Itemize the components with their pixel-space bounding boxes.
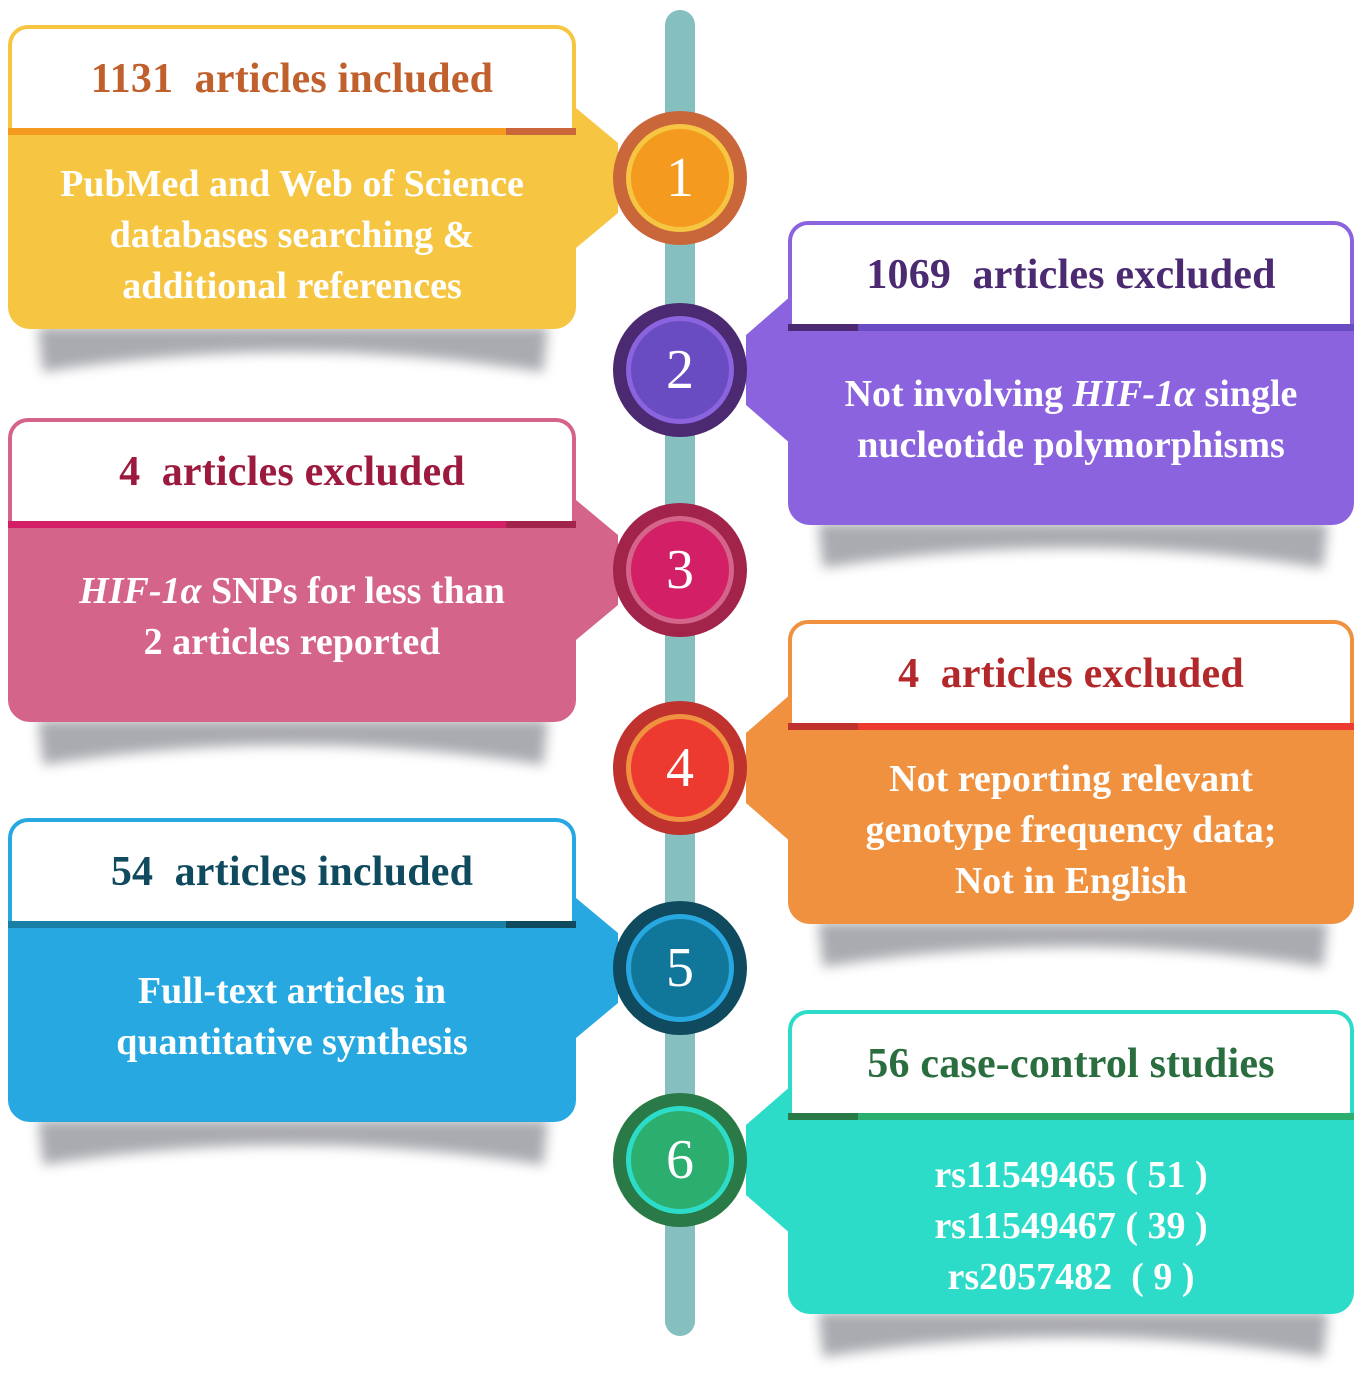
step-1-card: 1131 articles included PubMed and Web of … [8,25,576,329]
text-segment: Not involving [844,373,1073,415]
card-body-line: nucleotide polymorphisms [857,420,1285,471]
card-body-line: Full-text articles in [138,966,446,1017]
text-segment: quantitative synthesis [116,1021,468,1063]
step-2-card: 1069 articles excluded Not involving HIF-… [788,221,1354,525]
card-body-line: genotype frequency data; [866,805,1277,856]
divider-accent [788,1113,858,1120]
marker-inner: 4 [626,714,734,822]
card-header-title: 56 case-control studies [867,1040,1275,1087]
card-body-line: databases searching & [110,210,475,261]
card-header: 1131 articles included [8,25,576,128]
card-body-line: rs2057482 ( 9 ) [948,1252,1195,1303]
connector-pointer [740,1085,792,1235]
card-body-line: 2 articles reported [144,617,441,668]
text-segment: single [1195,373,1298,415]
card-header: 4 articles excluded [8,418,576,521]
box-shadow [808,523,1338,593]
text-segment: rs2057482 ( 9 ) [947,1256,1195,1298]
step-2-marker: 2 [613,303,747,437]
card-body-line: Not in English [955,856,1187,907]
card-body-line: additional references [122,261,462,312]
card-body: Not reporting relevant genotype frequency… [788,730,1354,924]
divider-accent [788,324,858,331]
step-4-marker: 4 [613,701,747,835]
card-divider [8,521,576,528]
connector-pointer [740,295,792,445]
divider-accent [788,723,858,730]
text-segment: nucleotide polymorphisms [857,424,1285,466]
divider-accent [506,921,576,928]
step-3-marker: 3 [613,503,747,637]
text-segment: Not in English [954,860,1188,902]
card-header: 56 case-control studies [788,1010,1354,1113]
card-header-title: 1069 articles excluded [866,251,1276,298]
marker-inner: 1 [626,124,734,232]
card-body-line: rs11549465 ( 51 ) [934,1150,1207,1201]
marker-inner: 3 [626,516,734,624]
step-6-marker: 6 [613,1093,747,1227]
card-header: 4 articles excluded [788,620,1354,723]
text-segment: databases searching & [109,214,475,256]
step-4-card: 4 articles excluded Not reporting relevan… [788,620,1354,924]
text-segment: PubMed and Web of Science [60,163,524,205]
text-segment: Full-text articles in [137,970,447,1012]
card-body-line: Not reporting relevant [889,754,1253,805]
divider-accent [506,128,576,135]
step-5-card: 54 articles included Full-text articles i… [8,818,576,1122]
text-segment: additional references [122,265,462,307]
card-body-line: rs11549467 ( 39 ) [934,1201,1207,1252]
text-segment: 2 articles reported [143,621,441,663]
box-shadow [808,922,1338,992]
text-segment: genotype frequency data; [865,809,1277,851]
card-body-line: quantitative synthesis [116,1017,468,1068]
card-header-title: 1131 articles included [90,55,494,102]
step-5-marker: 5 [613,901,747,1035]
box-shadow [28,327,558,397]
card-body: PubMed and Web of Science databases searc… [8,135,576,329]
card-header-title: 54 articles included [110,848,474,895]
step-number: 2 [666,339,694,401]
step-number: 4 [666,737,694,799]
card-body: HIF-1α SNPs for less than 2 articles repo… [8,528,576,722]
step-6-card: 56 case-control studies rs11549465 ( 51 )… [788,1010,1354,1314]
step-number: 6 [666,1129,694,1191]
step-number: 5 [666,937,694,999]
card-body-line: PubMed and Web of Science [60,159,524,210]
card-divider [8,921,576,928]
card-body-line: HIF-1α SNPs for less than [79,566,505,617]
card-divider [8,128,576,135]
text-segment: SNPs for less than [201,570,505,612]
marker-inner: 2 [626,316,734,424]
box-shadow [28,720,558,790]
box-shadow [808,1312,1338,1382]
card-header: 1069 articles excluded [788,221,1354,324]
step-3-card: 4 articles excluded HIF-1α SNPs for less … [8,418,576,722]
marker-inner: 6 [626,1106,734,1214]
divider-accent [506,521,576,528]
text-segment: Not reporting relevant [889,758,1253,800]
card-body-line: Not involving HIF-1α single [845,369,1298,420]
text-segment: rs11549465 ( 51 ) [934,1154,1208,1196]
step-number: 3 [666,539,694,601]
card-body: Full-text articles in quantitative synthe… [8,928,576,1122]
card-divider [788,1113,1354,1120]
card-header-title: 4 articles excluded [898,650,1244,697]
marker-inner: 5 [626,914,734,1022]
card-header: 54 articles included [8,818,576,921]
card-header-title: 4 articles excluded [119,448,465,495]
box-shadow [28,1120,558,1190]
step-number: 1 [666,147,694,209]
text-segment: rs11549467 ( 39 ) [934,1205,1208,1247]
card-divider [788,324,1354,331]
card-divider [788,723,1354,730]
connector-pointer [740,693,792,843]
step-1-marker: 1 [613,111,747,245]
card-body: Not involving HIF-1α single nucleotide po… [788,331,1354,525]
gene-name: HIF-1α [1072,373,1195,415]
card-body: rs11549465 ( 51 ) rs11549467 ( 39 ) rs2057… [788,1120,1354,1314]
gene-name: HIF-1α [79,570,202,612]
